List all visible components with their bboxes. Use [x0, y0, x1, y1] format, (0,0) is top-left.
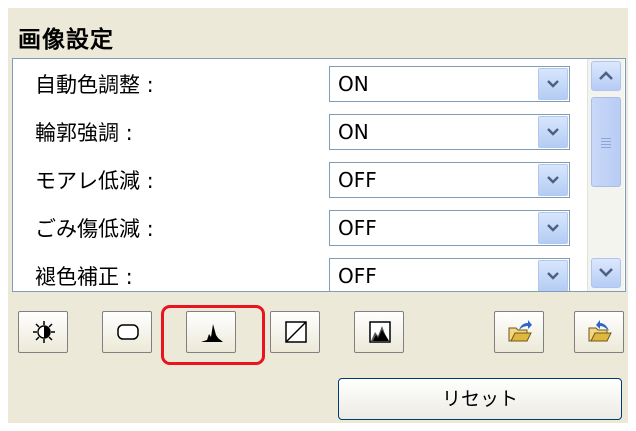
setting-row-unsharp-mask: 輪郭強調 : ON	[13, 107, 585, 155]
setting-label: ごみ傷低減 :	[35, 217, 154, 241]
chevron-down-icon[interactable]	[538, 116, 568, 148]
setting-row-descreen: モアレ低減 : OFF	[13, 155, 585, 203]
select-value: OFF	[338, 216, 377, 240]
setting-label: モアレ低減 :	[35, 169, 154, 193]
image-settings-panel: 画像設定 自動色調整 : ON 輪郭強調 : ON モアレ低減: OFF ごみ…	[8, 8, 628, 423]
chevron-down-icon[interactable]	[538, 260, 568, 291]
vertical-scrollbar[interactable]	[587, 59, 624, 291]
selection-highlight	[161, 305, 265, 365]
select-value: OFF	[338, 264, 377, 288]
setting-row-fading-correction: 褪色補正 : OFF	[13, 251, 585, 291]
load-settings-button[interactable]	[494, 311, 544, 353]
setting-row-dust-removal: ごみ傷低減 : OFF	[13, 203, 585, 251]
setting-label: 褪色補正 :	[35, 265, 133, 289]
final-review-icon	[369, 321, 391, 343]
setting-label: 輪郭強調 :	[35, 121, 133, 145]
setting-label: 自動色調整 :	[35, 73, 154, 97]
fading-correction-select[interactable]: OFF	[329, 258, 570, 291]
descreen-select[interactable]: OFF	[329, 162, 570, 198]
chevron-down-icon[interactable]	[538, 164, 568, 196]
auto-color-select[interactable]: ON	[329, 66, 570, 102]
save-settings-icon	[588, 320, 612, 342]
scroll-up-icon[interactable]	[591, 61, 621, 91]
rounded-rect-button[interactable]	[102, 311, 152, 353]
brightness-contrast-button[interactable]	[18, 311, 68, 353]
tone-curve-icon	[285, 321, 307, 343]
settings-list: 自動色調整 : ON 輪郭強調 : ON モアレ低減 : OFF ごみ傷低減:…	[12, 58, 626, 292]
setting-row-auto-color: 自動色調整 : ON	[13, 59, 585, 107]
select-value: ON	[338, 120, 369, 144]
panel-title: 画像設定	[18, 27, 114, 53]
chevron-down-icon[interactable]	[538, 212, 568, 244]
load-settings-icon	[508, 320, 532, 342]
dust-removal-select[interactable]: OFF	[329, 210, 570, 246]
final-review-button[interactable]	[354, 311, 404, 353]
tone-curve-button[interactable]	[270, 311, 320, 353]
save-settings-button[interactable]	[574, 311, 624, 353]
unsharp-mask-select[interactable]: ON	[329, 114, 570, 150]
scroll-down-icon[interactable]	[591, 258, 621, 288]
rounded-rect-icon	[117, 324, 139, 340]
chevron-down-icon[interactable]	[538, 68, 568, 100]
reset-button[interactable]: リセット	[338, 378, 622, 420]
scroll-thumb[interactable]	[591, 97, 621, 187]
select-value: OFF	[338, 168, 377, 192]
select-value: ON	[338, 72, 369, 96]
brightness-icon	[33, 321, 55, 343]
